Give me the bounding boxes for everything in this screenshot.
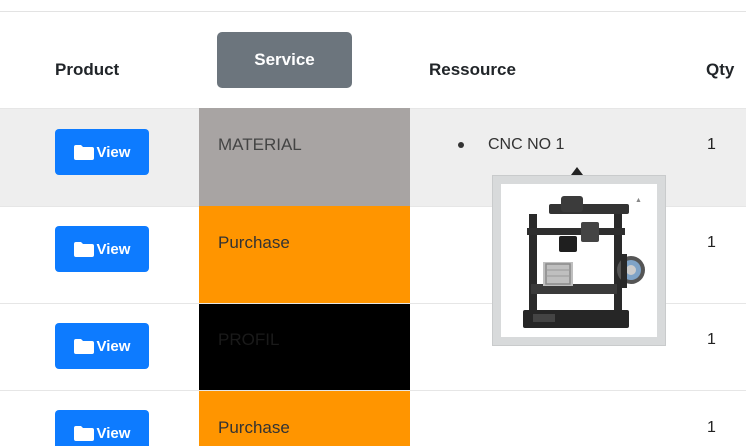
view-button[interactable]: View — [55, 129, 149, 175]
view-button-label: View — [96, 240, 131, 258]
qty-value: 1 — [707, 419, 716, 436]
folder-icon — [73, 425, 94, 441]
service-cell: MATERIAL — [199, 108, 410, 206]
ressource-label: CNC NO 1 — [488, 136, 565, 153]
service-label: MATERIAL — [218, 135, 302, 154]
folder-icon — [73, 241, 94, 257]
top-divider — [0, 11, 746, 12]
service-cell: Purchase — [199, 206, 410, 303]
service-label: Purchase — [218, 418, 290, 437]
service-header-button[interactable]: Service — [217, 32, 352, 88]
ressource-list-item[interactable]: CNC NO 1 — [458, 136, 564, 154]
service-label: PROFIL — [218, 330, 280, 349]
popover-image-frame: ▲ — [501, 184, 657, 337]
service-cell: PROFIL — [199, 304, 410, 390]
folder-icon — [73, 338, 94, 354]
ressource-image-popover: ▲ — [492, 175, 666, 346]
folder-icon — [73, 144, 94, 160]
view-button-label: View — [96, 424, 131, 442]
qty-value: 1 — [707, 136, 716, 153]
popover-arrow — [571, 167, 583, 175]
3d-printer-image: ▲ — [523, 196, 645, 328]
view-button-label: View — [96, 337, 131, 355]
view-button[interactable]: View — [55, 323, 149, 369]
bullet-icon — [458, 142, 464, 148]
qty-value: 1 — [707, 331, 716, 348]
view-button[interactable]: View — [55, 410, 149, 446]
view-button-label: View — [96, 143, 131, 161]
column-header-ressource: Ressource — [429, 60, 516, 79]
column-header-qty: Qty — [706, 60, 735, 79]
service-cell: Purchase — [199, 391, 410, 446]
caption-mark-text: ▲ — [635, 197, 642, 204]
column-header-product: Product — [55, 60, 120, 79]
service-label: Purchase — [218, 233, 290, 252]
qty-value: 1 — [707, 234, 716, 251]
view-button[interactable]: View — [55, 226, 149, 272]
